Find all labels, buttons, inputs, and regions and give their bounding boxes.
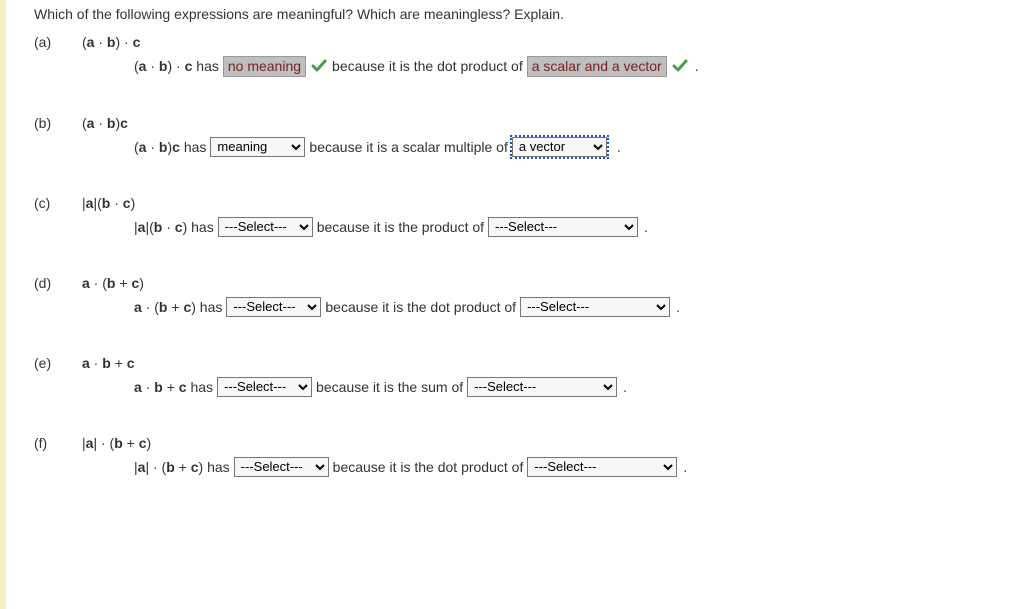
part-c: (c) |a|(b · c) |a|(b · c) has ---Select-… — [34, 195, 1004, 237]
part-c-answer-expr: |a|(b · c) has — [134, 219, 214, 235]
part-c-header: (c) |a|(b · c) — [34, 195, 1004, 211]
part-c-between-text: because it is the product of — [317, 219, 484, 235]
part-b-header: (b) (a · b)c — [34, 115, 1004, 131]
part-f-expression: |a| · (b + c) — [82, 435, 151, 451]
part-d-answer-row: a · (b + c) has ---Select--- because it … — [34, 297, 1004, 317]
part-b: (b) (a · b)c (a · b)c has meaning becaus… — [34, 115, 1004, 157]
part-f-answer-row: |a| · (b + c) has ---Select--- because i… — [34, 457, 1004, 477]
part-f-answer-expr: |a| · (b + c) has — [134, 459, 230, 475]
part-a-expression: (a · b) · c — [82, 34, 140, 50]
part-c-answer-row: |a|(b · c) has ---Select--- because it i… — [34, 217, 1004, 237]
part-b-select1[interactable]: meaning — [210, 137, 305, 157]
part-a-answer-expr: (a · b) · c has — [134, 58, 219, 74]
part-b-expression: (a · b)c — [82, 115, 128, 131]
part-e-between-text: because it is the sum of — [316, 379, 463, 395]
part-d-answer-expr: a · (b + c) has — [134, 299, 222, 315]
part-b-between-text: because it is a scalar multiple of — [309, 139, 507, 155]
part-a-header: (a) (a · b) · c — [34, 34, 1004, 50]
period: . — [623, 379, 627, 395]
part-c-label: (c) — [34, 195, 82, 211]
part-b-label: (b) — [34, 115, 82, 131]
part-a-answer1-box: no meaning — [223, 56, 306, 77]
part-c-select1[interactable]: ---Select--- — [218, 217, 313, 237]
period: . — [695, 58, 699, 74]
part-f: (f) |a| · (b + c) |a| · (b + c) has ---S… — [34, 435, 1004, 477]
question-container: Which of the following expressions are m… — [0, 0, 1024, 609]
part-e-label: (e) — [34, 355, 82, 371]
period: . — [644, 219, 648, 235]
part-b-answer-row: (a · b)c has meaning because it is a sca… — [34, 137, 1004, 157]
part-c-select2[interactable]: ---Select--- — [488, 217, 638, 237]
part-d-label: (d) — [34, 275, 82, 291]
check-icon — [671, 57, 689, 75]
part-f-header: (f) |a| · (b + c) — [34, 435, 1004, 451]
part-c-expression: |a|(b · c) — [82, 195, 135, 211]
question-prompt: Which of the following expressions are m… — [34, 6, 1004, 22]
part-b-select2[interactable]: a vector — [512, 137, 607, 157]
part-a-answer-row: (a · b) · c has no meaning because it is… — [34, 56, 1004, 77]
period: . — [676, 299, 680, 315]
part-a-label: (a) — [34, 34, 82, 50]
check-icon — [310, 57, 328, 75]
part-f-select2[interactable]: ---Select--- — [527, 457, 677, 477]
part-d: (d) a · (b + c) a · (b + c) has ---Selec… — [34, 275, 1004, 317]
part-d-header: (d) a · (b + c) — [34, 275, 1004, 291]
part-f-select1[interactable]: ---Select--- — [234, 457, 329, 477]
part-e-expression: a · b + c — [82, 355, 135, 371]
part-e-answer-expr: a · b + c has — [134, 379, 213, 395]
part-f-between-text: because it is the dot product of — [333, 459, 524, 475]
part-a-between-text: because it is the dot product of — [332, 58, 523, 74]
part-b-answer-expr: (a · b)c has — [134, 139, 206, 155]
part-d-between-text: because it is the dot product of — [325, 299, 516, 315]
period: . — [617, 139, 621, 155]
part-e-answer-row: a · b + c has ---Select--- because it is… — [34, 377, 1004, 397]
period: . — [683, 459, 687, 475]
part-e-header: (e) a · b + c — [34, 355, 1004, 371]
part-d-select2[interactable]: ---Select--- — [520, 297, 670, 317]
part-d-select1[interactable]: ---Select--- — [226, 297, 321, 317]
part-e-select1[interactable]: ---Select--- — [217, 377, 312, 397]
part-d-expression: a · (b + c) — [82, 275, 144, 291]
part-a-answer2-box: a scalar and a vector — [527, 56, 667, 77]
part-a: (a) (a · b) · c (a · b) · c has no meani… — [34, 34, 1004, 77]
part-e-select2[interactable]: ---Select--- — [467, 377, 617, 397]
part-f-label: (f) — [34, 435, 82, 451]
part-e: (e) a · b + c a · b + c has ---Select---… — [34, 355, 1004, 397]
